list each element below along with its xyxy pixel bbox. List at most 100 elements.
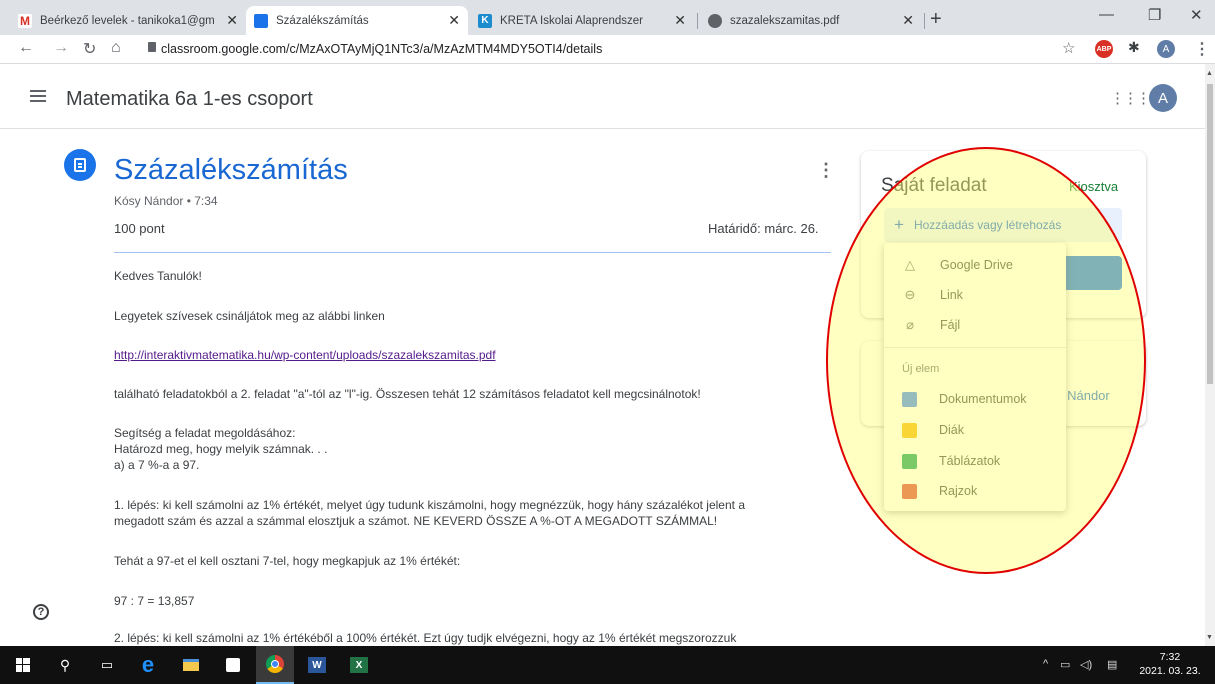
profile-initial: A — [1162, 43, 1170, 55]
word-icon[interactable]: W — [298, 646, 336, 684]
sheets-icon — [902, 453, 917, 469]
file-explorer-icon[interactable] — [172, 646, 210, 684]
close-tab-icon[interactable]: ✕ — [226, 12, 238, 29]
close-tab-icon[interactable]: ✕ — [902, 12, 914, 29]
lock-icon — [148, 42, 156, 52]
tab-title: KRÉTA Iskolai Alaprendszer — [500, 14, 643, 27]
browser-tab-strip: M Beérkező levelek - tanikoka1@gm ✕ Száz… — [0, 0, 1215, 35]
bookmark-star-icon[interactable]: ☆ — [1062, 39, 1075, 57]
kreta-icon: K — [478, 13, 492, 28]
paperclip-icon: ⌀ — [906, 317, 914, 332]
menu-item-google-drive[interactable]: △ Google Drive — [884, 250, 1066, 280]
paragraph-calc: 97 : 7 = 13,857 — [114, 594, 195, 608]
edge-icon[interactable]: e — [129, 646, 167, 684]
menu-item-label: Táblázatok — [939, 454, 1001, 468]
reload-icon[interactable]: ↻ — [83, 39, 96, 59]
tab-title: Beérkező levelek - tanikoka1@gm — [40, 14, 215, 27]
add-create-menu: △ Google Drive ⊖ Link ⌀ Fájl Új elem Dok… — [884, 243, 1066, 511]
adblock-icon[interactable]: ABP — [1095, 40, 1113, 58]
notifications-icon[interactable]: ▤ — [1107, 658, 1117, 671]
browser-toolbar: ← → ↻ ⌂ classroom.google.com/c/MzAxOTAyM… — [0, 35, 1215, 64]
tab-separator — [697, 13, 698, 29]
hamburger-menu-icon[interactable] — [30, 90, 46, 102]
menu-item-slides[interactable]: Diák — [884, 415, 1066, 445]
tray-chevron-icon[interactable]: ^ — [1043, 658, 1048, 670]
add-or-create-button[interactable]: + Hozzáadás vagy létrehozás — [884, 208, 1122, 242]
menu-item-label: Fájl — [940, 318, 961, 332]
more-options-icon[interactable]: ⋮ — [817, 160, 835, 181]
paragraph-example: a) a 7 %-a a 97. — [114, 458, 200, 472]
extensions-icon[interactable]: ✱ — [1128, 39, 1140, 56]
close-tab-icon[interactable]: ✕ — [674, 12, 686, 29]
volume-icon[interactable]: ◁) — [1080, 658, 1092, 671]
menu-item-file[interactable]: ⌀ Fájl — [884, 310, 1066, 340]
tab-separator — [924, 13, 925, 29]
window-close-icon[interactable]: ✕ — [1190, 6, 1203, 24]
menu-item-label: Diák — [939, 423, 965, 437]
paragraph-step2: 2. lépés: ki kell számolni az 1% értékéb… — [114, 631, 737, 645]
tab-title: Százalékszámítás — [276, 14, 369, 27]
paragraph-help-heading: Segítség a feladat megoldásához: — [114, 426, 296, 440]
assignment-due-date: Határidő: márc. 26. — [708, 221, 819, 236]
tab-pdf[interactable]: szazalekszamitas.pdf ✕ — [700, 6, 922, 35]
assignment-icon — [64, 149, 96, 181]
menu-item-label: Google Drive — [940, 258, 1013, 272]
restore-icon[interactable]: ❐ — [1148, 6, 1161, 24]
profile-avatar[interactable]: A — [1157, 40, 1175, 58]
account-avatar[interactable]: A — [1149, 84, 1177, 112]
globe-icon — [708, 13, 722, 28]
store-icon[interactable] — [214, 646, 252, 684]
new-tab-icon[interactable]: + — [930, 8, 942, 31]
link-icon: ⊖ — [904, 287, 916, 302]
tab-gmail[interactable]: M Beérkező levelek - tanikoka1@gm ✕ — [10, 6, 246, 35]
forward-icon[interactable]: → — [53, 39, 69, 57]
scroll-up-icon[interactable]: ▲ — [1206, 70, 1213, 77]
excel-icon[interactable]: X — [340, 646, 378, 684]
home-icon[interactable]: ⌂ — [111, 39, 121, 57]
paragraph-step1-a: 1. lépés: ki kell számolni az 1% értékét… — [114, 498, 745, 512]
paragraph-task: található feladatokból a 2. feladat "a"-… — [114, 387, 701, 401]
network-icon[interactable]: ▭ — [1060, 658, 1070, 671]
classroom-icon — [254, 13, 268, 28]
system-clock[interactable]: 7:32 2021. 03. 23. — [1135, 650, 1205, 678]
assignment-meta: Kósy Nándor • 7:34 — [114, 194, 218, 208]
minimize-icon[interactable]: — — [1099, 6, 1114, 23]
your-work-title: Saját feladat — [881, 175, 987, 196]
back-icon[interactable]: ← — [18, 39, 34, 57]
menu-item-link[interactable]: ⊖ Link — [884, 280, 1066, 310]
private-comment-fragment: ' Nándor — [1061, 388, 1110, 403]
chrome-icon[interactable] — [256, 646, 294, 684]
scroll-down-icon[interactable]: ▼ — [1206, 634, 1213, 641]
tab-classroom[interactable]: Százalékszámítás ✕ — [246, 6, 468, 35]
windows-taskbar: ⚲ ▭ e W X ^ ▭ ◁) ▤ 7:32 2021. 03. 23. — [0, 646, 1215, 684]
menu-item-sheets[interactable]: Táblázatok — [884, 446, 1066, 476]
tab-title: szazalekszamitas.pdf — [730, 14, 840, 27]
page-scrollbar[interactable]: ▲ ▼ — [1205, 64, 1215, 646]
classroom-header: Matematika 6a 1-es csoport ⋮⋮⋮ A — [0, 64, 1205, 129]
assignment-link-wrap: http://interaktivmatematika.hu/wp-conten… — [114, 347, 496, 363]
address-bar[interactable]: classroom.google.com/c/MzAxOTAyMjQ1NTc3/… — [142, 38, 1055, 60]
scrollbar-thumb[interactable] — [1207, 84, 1213, 384]
task-view-icon[interactable]: ▭ — [88, 646, 126, 684]
assignment-title: Százalékszámítás — [114, 154, 348, 186]
assignment-link[interactable]: http://interaktivmatematika.hu/wp-conten… — [114, 348, 496, 362]
paragraph-help-line: Határozd meg, hogy melyik számnak. . . — [114, 442, 328, 456]
menu-item-docs[interactable]: Dokumentumok — [884, 384, 1066, 414]
new-item-heading: Új elem — [902, 363, 940, 375]
submit-button[interactable] — [1065, 256, 1122, 290]
search-icon[interactable]: ⚲ — [46, 646, 84, 684]
tab-kreta[interactable]: K KRÉTA Iskolai Alaprendszer ✕ — [470, 6, 694, 35]
google-apps-icon[interactable]: ⋮⋮⋮ — [1110, 89, 1151, 107]
add-or-create-label: Hozzáadás vagy létrehozás — [913, 218, 1062, 232]
close-tab-icon[interactable]: ✕ — [448, 12, 460, 29]
menu-item-label: Dokumentumok — [939, 392, 1027, 406]
help-icon[interactable]: ? — [33, 604, 49, 620]
windows-start-icon[interactable] — [4, 646, 42, 684]
avatar-initial: A — [1157, 89, 1168, 107]
menu-item-drawings[interactable]: Rajzok — [884, 476, 1066, 506]
course-title[interactable]: Matematika 6a 1-es csoport — [66, 88, 313, 111]
plus-icon: + — [894, 215, 904, 234]
browser-menu-icon[interactable]: ⋮ — [1194, 39, 1210, 59]
gmail-icon: M — [18, 13, 32, 28]
status-badge: Kiosztva — [1069, 179, 1119, 194]
